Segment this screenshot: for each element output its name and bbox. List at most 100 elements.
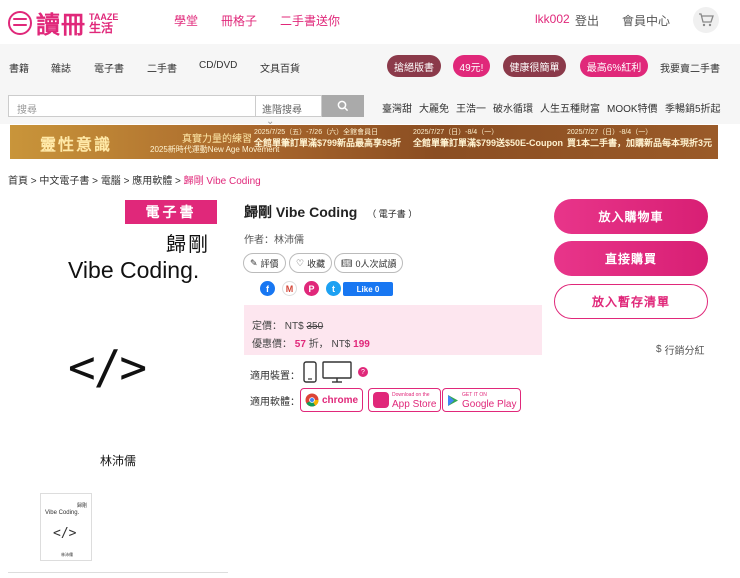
trial-label: 0人次試讀 <box>355 258 397 269</box>
segment-date: 2025/7/27（日）-8/4（一） <box>567 129 653 136</box>
favorite-button[interactable]: ♡ 收藏 <box>289 253 333 273</box>
hot-term[interactable]: 季暢銷5折起 <box>665 100 721 115</box>
segment-text: 全館單筆訂單滿$799送$50E-Coupon <box>413 138 564 148</box>
hot-term[interactable]: 人生五種財富 <box>540 100 600 115</box>
search-button[interactable] <box>322 95 364 117</box>
book-icon: 📖︎ <box>341 257 353 268</box>
author-line[interactable]: 作者：林沛儒 <box>244 231 304 246</box>
cat-books[interactable]: 書籍 <box>9 60 29 75</box>
username-link[interactable]: lkk002 <box>535 12 570 26</box>
devices-label: 適用裝置： <box>250 371 300 382</box>
hot-term[interactable]: MOOK特價 <box>607 100 658 115</box>
pencil-icon: ✎ <box>250 257 258 268</box>
list-price-value: 350 <box>306 321 324 332</box>
thumb-title-cn: 歸剛 <box>76 503 87 509</box>
google-play-button[interactable]: GET IT ON Google Play <box>442 388 522 412</box>
list-price-currency: NT$ <box>284 321 304 332</box>
segment-date: 2025/7/27（日）-8/4（一） <box>413 129 499 136</box>
book-title: 歸剛 Vibe Coding （ 電子書 ） <box>244 202 417 222</box>
app-store-button[interactable]: Download on the App Store <box>368 388 442 412</box>
discount-unit: 折， <box>308 339 329 350</box>
cat-ebooks[interactable]: 電子書 <box>94 60 124 75</box>
top-header: 讀冊 TAAZE 生活 學堂 冊格子 二手書送你 lkk002 登出 會員中心 <box>0 0 740 40</box>
logo-icon <box>8 10 32 35</box>
google-play-label: Google Play <box>462 399 517 410</box>
rate-label: 評價 <box>260 258 279 269</box>
sell-used-link[interactable]: 我要賣二手書 <box>660 60 720 75</box>
crumb-home[interactable]: 首頁 <box>8 176 28 187</box>
promo-bonus[interactable]: 最高6%紅利 <box>580 55 648 77</box>
cart-button[interactable] <box>693 7 719 33</box>
promo-banner[interactable]: 靈性意識 真實力量的練習 2025新時代運動New Age Movement 2… <box>10 125 718 159</box>
trial-read-button[interactable]: 📖︎ 0人次試讀 <box>334 253 404 273</box>
phone-icon <box>303 361 317 383</box>
discount-value: 57 <box>294 339 306 350</box>
promo-health[interactable]: 健康很簡單 <box>503 55 566 77</box>
sale-price: 優惠價： 57 折， NT$ 199 <box>252 335 370 350</box>
app-store-label: App Store <box>392 399 437 410</box>
cover-title-cn: 歸剛 <box>166 234 210 256</box>
member-center-link[interactable]: 會員中心 <box>622 12 670 29</box>
rate-button[interactable]: ✎ 評價 <box>243 253 286 273</box>
search-input[interactable]: 搜尋 <box>8 95 256 117</box>
divider <box>8 572 228 573</box>
banner-segment: 2025/7/27（日）-8/4（一） 買1本二手書，加購新品每本現折3元 <box>567 128 712 148</box>
list-price: 定價： NT$ 350 <box>252 317 323 332</box>
plurk-share-icon[interactable]: P <box>304 281 319 296</box>
promo-out-of-print[interactable]: 搶絕版書 <box>387 55 441 77</box>
nav-booth[interactable]: 冊格子 <box>221 12 257 29</box>
banner-segment: 2025/7/25（五）-7/26（六）全館會員日 全館單筆訂單滿$799新品最… <box>254 128 401 148</box>
chrome-button[interactable]: chrome <box>300 388 364 412</box>
nav-academy[interactable]: 學堂 <box>174 12 198 29</box>
thumb-title-en: Vibe Coding. <box>45 510 80 516</box>
list-price-label: 定價： <box>252 321 282 332</box>
promo-49[interactable]: 49元! <box>453 55 490 77</box>
category-nav: 書籍 雜誌 電子書 二手書 CD/DVD 文具百貨 搶絕版書 49元! 健康很簡… <box>0 44 740 88</box>
book-format: （ 電子書 ） <box>367 209 418 219</box>
cat-cd-dvd[interactable]: CD/DVD <box>199 60 237 71</box>
segment-text: 全館單筆訂單滿$799新品最高享95折 <box>254 138 402 148</box>
facebook-share-icon[interactable]: f <box>260 281 275 296</box>
taaze-logo[interactable]: 讀冊 TAAZE 生活 <box>8 5 118 40</box>
cover-code-icon: </> <box>68 340 147 394</box>
hot-term[interactable]: 臺灣甜 <box>382 100 412 115</box>
banner-title: 靈性意識 <box>40 135 113 154</box>
cat-used-books[interactable]: 二手書 <box>147 60 177 75</box>
wishlist-button[interactable]: 放入暫存清單 <box>554 284 708 319</box>
segment-date: 2025/7/25（五）-7/26（六）全館會員日 <box>254 129 379 136</box>
search-icon <box>337 100 349 112</box>
logo-text: 讀冊 <box>36 11 86 39</box>
crumb-computer[interactable]: 電腦 <box>101 176 121 187</box>
affiliate-label: 行銷分紅 <box>664 346 705 357</box>
chrome-icon <box>305 393 319 407</box>
gmail-share-icon[interactable]: M <box>282 281 297 296</box>
facebook-like-button[interactable]: Like 0 <box>343 282 393 296</box>
segment-text: 買1本二手書，加購新品每本現折3元 <box>567 138 713 148</box>
logo-sub: 生活 <box>89 20 114 35</box>
affiliate-link[interactable]: $ 行銷分紅 <box>656 342 705 357</box>
devices-help-icon[interactable]: ? <box>358 367 368 377</box>
like-label: Like 0 <box>356 284 380 294</box>
twitter-share-icon[interactable]: t <box>326 281 341 296</box>
page: 讀冊 TAAZE 生活 學堂 冊格子 二手書送你 lkk002 登出 會員中心 … <box>0 0 740 578</box>
sale-price-value: 199 <box>353 339 370 350</box>
thumb-code: </> <box>53 526 77 541</box>
apps-label: 適用軟體： <box>250 397 300 408</box>
crumb-software[interactable]: 應用軟體 <box>132 176 172 187</box>
hot-term[interactable]: 王浩一 <box>456 100 486 115</box>
cat-magazines[interactable]: 雜誌 <box>51 60 71 75</box>
breadcrumb: 首頁 > 中文電子書 > 電腦 > 應用軟體 > 歸剛 Vibe Coding <box>8 176 261 187</box>
add-to-cart-button[interactable]: 放入購物車 <box>554 199 708 234</box>
desktop-icon <box>322 361 352 383</box>
logout-link[interactable]: 登出 <box>575 12 599 29</box>
hot-term[interactable]: 大麗免 <box>419 100 449 115</box>
nav-used-books-gift[interactable]: 二手書送你 <box>280 12 340 29</box>
cat-stationery[interactable]: 文具百貨 <box>260 60 300 75</box>
crumb-ebooks[interactable]: 中文電子書 <box>39 176 89 187</box>
hot-term[interactable]: 破水循環 <box>493 100 533 115</box>
cover-thumbnail[interactable]: 歸剛 Vibe Coding. </> 林沛儒 <box>40 493 92 561</box>
buy-now-button[interactable]: 直接購買 <box>554 241 708 276</box>
search-bar: 搜尋 進階搜尋 ⌄ 臺灣甜 大麗免 王浩一 破水循環 人生五種財富 MOOK特價… <box>0 88 740 127</box>
advanced-search-select[interactable]: 進階搜尋 ⌄ <box>256 95 322 127</box>
cart-icon <box>699 13 714 27</box>
